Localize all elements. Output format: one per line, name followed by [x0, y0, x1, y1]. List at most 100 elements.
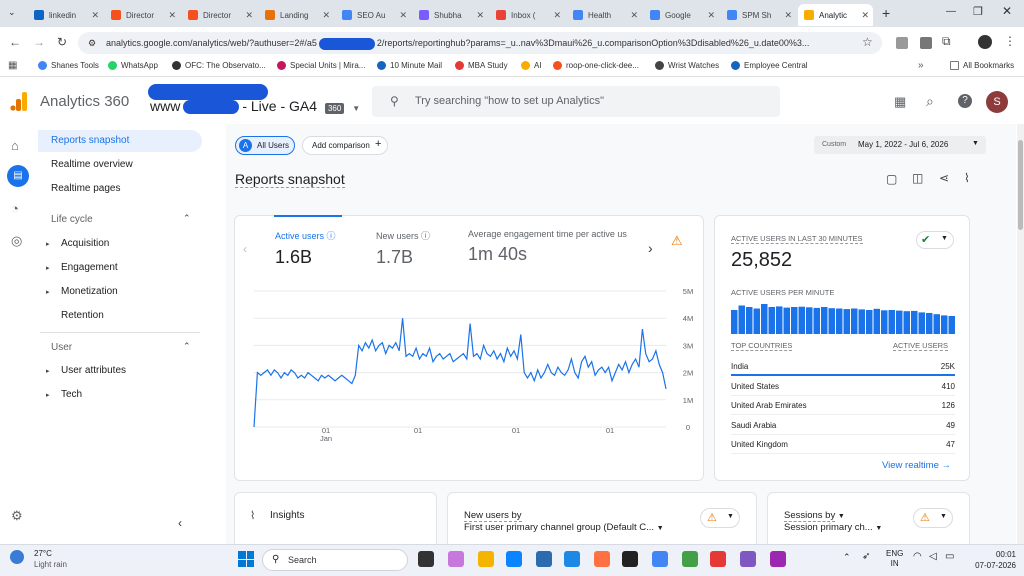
next-metric-icon[interactable]: ›	[648, 240, 653, 256]
per-minute-bar[interactable]	[881, 310, 888, 334]
browser-tab[interactable]: Landing ✕	[259, 4, 334, 26]
per-minute-bar[interactable]	[753, 308, 761, 335]
explore-icon[interactable]: ◔	[11, 201, 19, 216]
taskbar-search[interactable]: ⚲ Search	[262, 549, 408, 571]
country-row[interactable]: India 25K	[731, 361, 955, 377]
close-tab-icon[interactable]: ✕	[707, 10, 715, 21]
close-tab-icon[interactable]: ✕	[91, 10, 99, 21]
country-row[interactable]: United Arab Emirates 126	[731, 400, 955, 416]
browser-menu-icon[interactable]: ⋮	[1004, 34, 1016, 48]
advertising-icon[interactable]: ◎	[11, 233, 22, 249]
nav-section-user[interactable]: User	[51, 342, 72, 353]
per-minute-bar[interactable]	[911, 310, 918, 334]
browser-tab[interactable]: Google ✕	[644, 4, 719, 26]
metric-tab-new-users[interactable]: New users ⓘ 1.7B	[376, 229, 430, 268]
forward-icon[interactable]: →	[33, 35, 45, 49]
metric-tab-active-users[interactable]: Active users ⓘ 1.6B	[275, 229, 336, 268]
nav-item-retention[interactable]: Retention	[61, 310, 104, 321]
taskbar-app-icon[interactable]	[740, 551, 756, 567]
per-minute-bar[interactable]	[738, 305, 746, 335]
browser-tab[interactable]: Health ✕	[567, 4, 642, 26]
sessions-warning-chip[interactable]: ⚠ ▼	[913, 508, 953, 528]
volume-icon[interactable]: ◁	[929, 551, 937, 562]
browser-tab[interactable]: SEO Au ✕	[336, 4, 411, 26]
bookmark-item[interactable]: Employee Central	[731, 61, 808, 70]
weather-icon[interactable]	[10, 550, 24, 564]
new-users-dimension-dropdown[interactable]: First user primary channel group (Defaul…	[464, 522, 664, 533]
search-box[interactable]: ⚲ Try searching "how to set up Analytics…	[372, 86, 780, 117]
country-row[interactable]: United Kingdom 47	[731, 439, 955, 455]
per-minute-bar[interactable]	[776, 306, 783, 334]
per-minute-bar[interactable]	[941, 315, 948, 334]
browser-tab[interactable]: Shubha ✕	[413, 4, 488, 26]
nav-item-realtime-overview[interactable]: Realtime overview	[51, 159, 133, 170]
per-minute-bar[interactable]	[948, 316, 956, 334]
search-insights-icon[interactable]: ⌕	[926, 93, 934, 110]
per-minute-bar[interactable]	[821, 307, 828, 334]
realtime-status-chip[interactable]: ✔ ▼	[916, 231, 954, 249]
maximize-window-button[interactable]: ❐	[973, 5, 983, 18]
taskbar-app-icon[interactable]	[770, 551, 786, 567]
taskbar-app-icon[interactable]	[652, 551, 668, 567]
extension-icon-1[interactable]	[896, 37, 908, 49]
taskbar-app-icon[interactable]	[682, 551, 698, 567]
nav-item-engagement[interactable]: Engagement	[61, 262, 118, 273]
browser-tab[interactable]: Inbox (✕	[490, 4, 565, 26]
per-minute-bar[interactable]	[896, 310, 903, 334]
per-minute-bar[interactable]	[798, 306, 806, 334]
sessions-dimension-dropdown[interactable]: Session primary ch... ▼	[784, 522, 882, 533]
close-tab-icon[interactable]: ✕	[553, 10, 561, 21]
per-minute-bar[interactable]	[813, 307, 821, 334]
per-minute-bar[interactable]	[873, 308, 881, 334]
bookmark-item[interactable]: OFC: The Observato...	[172, 61, 266, 70]
taskbar-app-icon[interactable]	[418, 551, 434, 567]
browser-tab[interactable]: SPM Sh ✕	[721, 4, 796, 26]
admin-gear-icon[interactable]: ⚙	[11, 508, 23, 524]
page-scrollbar[interactable]	[1017, 124, 1024, 544]
close-tab-icon[interactable]: ✕	[168, 10, 176, 21]
per-minute-bar[interactable]	[731, 310, 738, 334]
taskbar-app-icon[interactable]	[564, 551, 580, 567]
taskbar-app-icon[interactable]	[710, 551, 726, 567]
bookmark-item[interactable]: 10 Minute Mail	[377, 61, 442, 70]
reports-icon[interactable]: ▤	[7, 165, 29, 187]
collapse-user-icon[interactable]: ⌃	[183, 341, 191, 352]
insights-trend-icon[interactable]: ⌇	[964, 171, 970, 185]
per-minute-bar[interactable]	[806, 307, 813, 334]
prev-metric-icon[interactable]: ‹	[243, 242, 247, 256]
date-range-picker[interactable]: Custom May 1, 2022 - Jul 6, 2026 ▼	[814, 136, 986, 154]
compare-icon[interactable]: ◫	[912, 171, 923, 185]
taskbar-app-icon[interactable]	[622, 551, 638, 567]
taskbar-app-icon[interactable]	[506, 551, 522, 567]
profile-avatar[interactable]	[978, 35, 992, 49]
warning-icon[interactable]: ⚠	[671, 233, 683, 249]
per-minute-bar[interactable]	[836, 308, 843, 335]
per-minute-bar[interactable]	[828, 308, 836, 334]
close-tab-icon[interactable]: ✕	[784, 10, 792, 21]
per-minute-bar[interactable]	[783, 307, 791, 334]
taskbar-app-icon[interactable]	[536, 551, 552, 567]
expand-user-attributes-icon[interactable]: ▸	[46, 367, 50, 375]
tray-pen-icon[interactable]: ➶	[862, 551, 870, 562]
per-minute-bar[interactable]	[933, 314, 941, 334]
scrollbar-thumb[interactable]	[1018, 140, 1023, 230]
bookmark-item[interactable]: Special Units | Mira...	[277, 61, 365, 70]
bookmark-item[interactable]: MBA Study	[455, 61, 508, 70]
expand-tech-icon[interactable]: ▸	[46, 391, 50, 399]
close-tab-icon[interactable]: ✕	[399, 10, 407, 21]
extension-icon-2[interactable]	[920, 37, 932, 49]
close-tab-icon[interactable]: ✕	[630, 10, 638, 21]
close-window-button[interactable]: ✕	[1002, 4, 1012, 18]
share-icon[interactable]: ⋖	[939, 171, 949, 185]
nav-item-acquisition[interactable]: Acquisition	[61, 238, 109, 249]
account-avatar[interactable]: S	[986, 91, 1008, 113]
nav-item-realtime-pages[interactable]: Realtime pages	[51, 183, 120, 194]
taskbar-app-icon[interactable]	[448, 551, 464, 567]
bookmark-item[interactable]: AI	[521, 61, 542, 70]
view-realtime-link[interactable]: View realtime →	[882, 460, 951, 471]
per-minute-bar[interactable]	[888, 310, 896, 334]
extensions-puzzle-icon[interactable]: ⧉	[942, 34, 951, 49]
segment-chip[interactable]: A All Users	[235, 136, 295, 155]
close-tab-icon[interactable]: ✕	[476, 10, 484, 21]
close-tab-icon[interactable]: ✕	[245, 10, 253, 21]
